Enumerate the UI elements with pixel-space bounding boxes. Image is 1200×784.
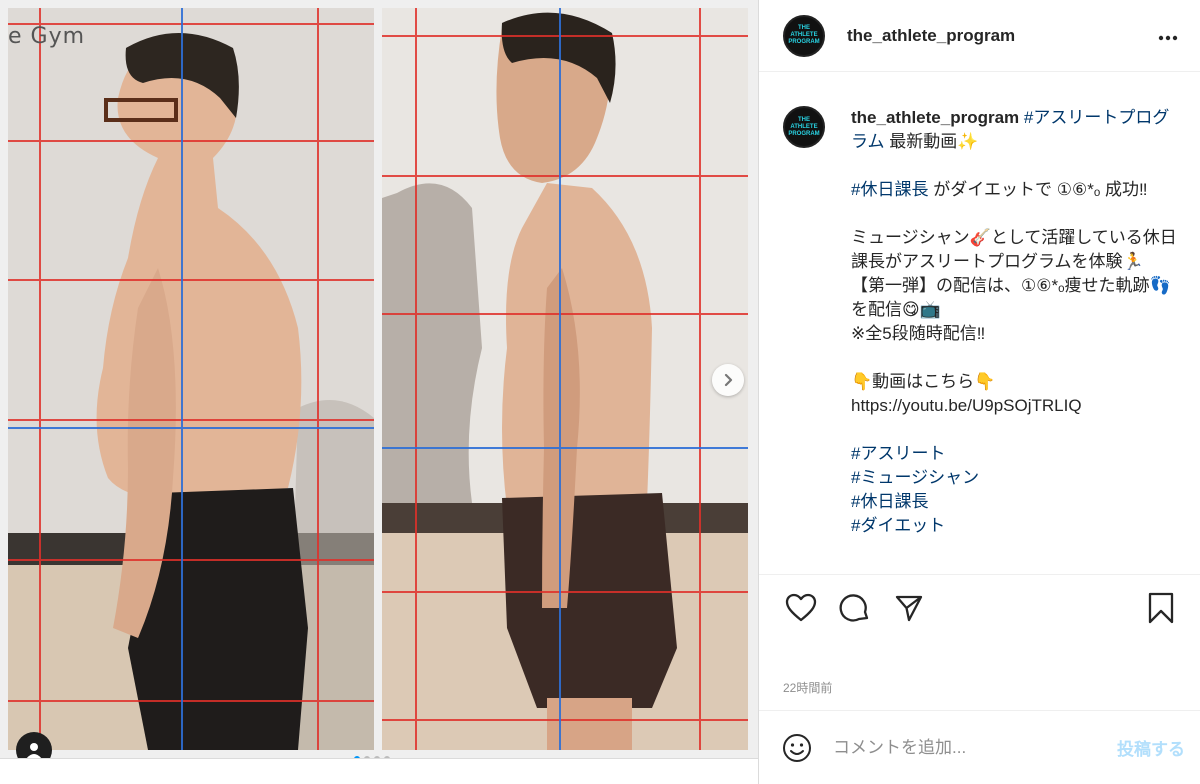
- next-slide-button[interactable]: [712, 364, 744, 396]
- avatar-text: PROGRAM: [788, 39, 820, 45]
- after-photo: [382, 8, 748, 750]
- avatar-text: ATHLETE: [790, 123, 818, 130]
- comment-form: 投稿する: [759, 710, 1200, 784]
- caption-link[interactable]: https://youtu.be/U9pSOjTRLIQ: [851, 396, 1082, 415]
- hashtag-link[interactable]: #休日課長: [851, 492, 928, 511]
- hashtag-link[interactable]: #ミュージシャン: [851, 468, 979, 487]
- post-comment-button[interactable]: 投稿する: [1117, 735, 1185, 760]
- hashtag-link[interactable]: #ダイエット: [851, 516, 945, 535]
- media-footer-strip: [0, 758, 758, 784]
- gym-sign-text: e Gym: [8, 24, 86, 49]
- hashtag-link[interactable]: #アスリート: [851, 444, 945, 463]
- post-header: THE ATHLETE PROGRAM the_athlete_program: [759, 0, 1200, 72]
- post-media[interactable]: e Gym: [0, 0, 758, 758]
- like-button[interactable]: [781, 588, 821, 628]
- avatar-text: THE: [798, 116, 810, 123]
- caption-line: ※全5段随時配信‼: [851, 324, 986, 343]
- comment-input[interactable]: [833, 737, 1117, 758]
- caption-line: がダイエットで ①⑥*ₒ 成功‼: [928, 180, 1148, 199]
- header-username[interactable]: the_athlete_program: [847, 26, 1158, 46]
- caption-avatar[interactable]: THE ATHLETE PROGRAM: [783, 106, 825, 148]
- more-options-button[interactable]: [1158, 25, 1178, 46]
- save-button[interactable]: [1141, 588, 1181, 628]
- avatar-text: THE: [798, 25, 810, 31]
- chevron-right-icon: [724, 373, 733, 387]
- caption-area: THE ATHLETE PROGRAM the_athlete_program …: [759, 72, 1200, 574]
- emoji-button[interactable]: [781, 732, 813, 764]
- comment-button[interactable]: [835, 588, 875, 628]
- avatar-text: PROGRAM: [788, 130, 820, 137]
- more-icon: [1158, 35, 1178, 41]
- before-photo: e Gym: [8, 8, 374, 750]
- comment-icon: [839, 593, 869, 622]
- before-photo-illustration: [8, 8, 374, 750]
- send-icon: [895, 595, 923, 621]
- user-tag-icon: [26, 743, 42, 758]
- avatar[interactable]: THE ATHLETE PROGRAM: [783, 14, 825, 57]
- post-sidebar: THE ATHLETE PROGRAM the_athlete_program …: [758, 0, 1200, 784]
- bookmark-icon: [1148, 592, 1174, 623]
- after-photo-illustration: [382, 8, 748, 750]
- post-timestamp[interactable]: 22時間前: [783, 679, 832, 696]
- hashtag-link[interactable]: #休日課長: [851, 180, 928, 199]
- emoji-icon: [783, 733, 811, 762]
- share-button[interactable]: [889, 588, 929, 628]
- caption-line: 👇動画はこちら👇: [851, 372, 996, 391]
- caption-line: 【第一弾】の配信は、①⑥*ₒ痩せた軌跡👣を配信😋📺: [851, 276, 1171, 319]
- heart-icon: [785, 593, 817, 621]
- action-bar: [759, 574, 1200, 640]
- caption-username[interactable]: the_athlete_program: [851, 108, 1019, 127]
- caption-text: the_athlete_program #アスリートプログラム 最新動画✨ #休…: [851, 106, 1181, 574]
- avatar-text: ATHLETE: [790, 32, 818, 38]
- caption-title: 最新動画✨: [884, 132, 979, 151]
- caption-line: ミュージシャン🎸として活躍している休日課長がアスリートプログラムを体験🏃: [851, 228, 1177, 271]
